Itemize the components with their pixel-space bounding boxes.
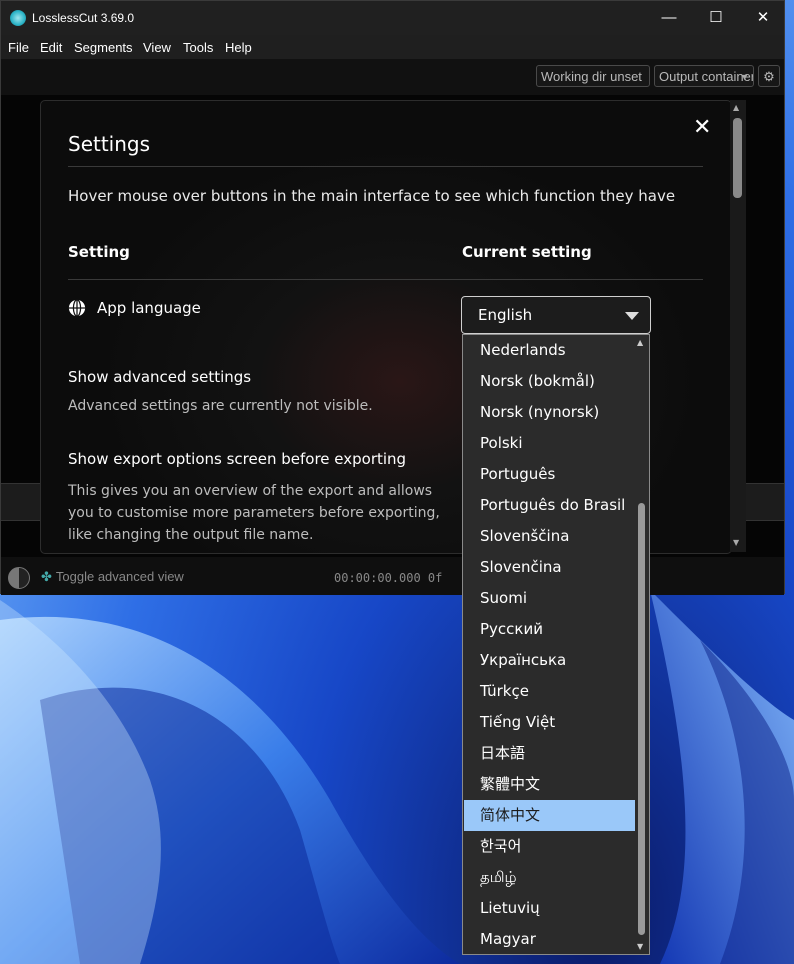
toggle-advanced-view-button[interactable]: ✤ Toggle advanced view <box>41 569 184 585</box>
language-option[interactable]: Tiếng Việt <box>464 707 635 738</box>
language-option[interactable]: 繁體中文 <box>464 769 635 800</box>
column-header-setting: Setting <box>68 243 130 261</box>
language-option[interactable]: Slovenščina <box>464 521 635 552</box>
menu-tools[interactable]: Tools <box>183 40 213 55</box>
export-options-description: This gives you an overview of the export… <box>68 483 440 543</box>
language-option[interactable]: Português <box>464 459 635 490</box>
language-option[interactable]: Suomi <box>464 583 635 614</box>
menu-edit[interactable]: Edit <box>40 40 62 55</box>
minimize-button[interactable]: — <box>646 1 692 35</box>
maximize-button[interactable]: ☐ <box>693 1 739 35</box>
language-option[interactable]: Türkçe <box>464 676 635 707</box>
timecode-display[interactable]: 00:00:00.000 0f <box>334 571 442 585</box>
chevron-down-icon: ▼ <box>740 72 749 82</box>
settings-scrollbar[interactable]: ▲ ▼ <box>730 100 746 552</box>
language-option[interactable]: 한국어 <box>464 831 635 862</box>
language-option[interactable]: Português do Brasil <box>464 490 635 521</box>
scrollbar-thumb[interactable] <box>733 118 742 198</box>
language-option[interactable]: Русский <box>464 614 635 645</box>
divider <box>68 166 703 167</box>
language-option[interactable]: Norsk (nynorsk) <box>464 397 635 428</box>
settings-title: Settings <box>68 132 151 156</box>
app-language-label: App language <box>97 299 201 317</box>
scroll-up-icon[interactable]: ▲ <box>733 103 739 112</box>
language-option[interactable]: தமிழ் <box>464 862 635 893</box>
close-icon[interactable]: ✕ <box>693 115 711 140</box>
toggle-advanced-label: Toggle advanced view <box>55 569 184 584</box>
menu-bar: File Edit Segments View Tools Help <box>1 35 784 59</box>
person-icon: ✤ <box>41 569 52 584</box>
language-select-value: English <box>478 306 533 324</box>
language-option[interactable]: Norsk (bokmål) <box>464 366 635 397</box>
language-select[interactable]: English <box>461 296 651 334</box>
menu-segments[interactable]: Segments <box>74 40 133 55</box>
chevron-down-icon <box>625 312 639 320</box>
menu-file[interactable]: File <box>8 40 29 55</box>
globe-icon <box>68 299 86 317</box>
advanced-settings-description: Advanced settings are currently not visi… <box>68 398 373 414</box>
language-option-selected[interactable]: 简体中文 <box>464 800 635 831</box>
language-option[interactable]: 日本語 <box>464 738 635 769</box>
dropdown-scrollbar[interactable]: ▲ ▼ <box>635 335 649 954</box>
language-option[interactable]: Nederlands <box>464 335 635 366</box>
yin-yang-icon[interactable] <box>8 567 30 589</box>
scroll-up-icon[interactable]: ▲ <box>637 338 643 347</box>
language-option[interactable]: Magyar <box>464 924 635 954</box>
language-option[interactable]: Polski <box>464 428 635 459</box>
column-header-current: Current setting <box>462 243 592 261</box>
close-window-button[interactable]: ✕ <box>740 1 786 35</box>
settings-description: Hover mouse over buttons in the main int… <box>68 187 676 205</box>
menu-view[interactable]: View <box>143 40 171 55</box>
top-toolbar: Working dir unset Output container ▼ ⚙ <box>1 59 784 95</box>
output-container-select[interactable]: Output container ▼ <box>654 65 754 87</box>
scroll-down-icon[interactable]: ▼ <box>733 538 739 547</box>
dropdown-scrollbar-thumb[interactable] <box>638 503 645 935</box>
export-options-label: Show export options screen before export… <box>68 450 407 468</box>
bottom-bar: ✤ Toggle advanced view 00:00:00.000 0f <box>1 557 784 595</box>
menu-help[interactable]: Help <box>225 40 252 55</box>
language-option[interactable]: Lietuvių <box>464 893 635 924</box>
title-bar[interactable]: LosslessCut 3.69.0 — ☐ ✕ <box>1 1 784 35</box>
window-title: LosslessCut 3.69.0 <box>32 11 135 25</box>
language-option[interactable]: Slovenčina <box>464 552 635 583</box>
language-dropdown-list: Nederlands Norsk (bokmål) Norsk (nynorsk… <box>462 334 650 955</box>
divider <box>68 279 703 280</box>
scroll-down-icon[interactable]: ▼ <box>637 942 643 951</box>
gear-icon[interactable]: ⚙ <box>758 65 780 87</box>
app-logo-icon <box>10 10 26 26</box>
language-option[interactable]: Українська <box>464 645 635 676</box>
advanced-settings-label: Show advanced settings <box>68 368 252 386</box>
working-dir-button[interactable]: Working dir unset <box>536 65 650 87</box>
